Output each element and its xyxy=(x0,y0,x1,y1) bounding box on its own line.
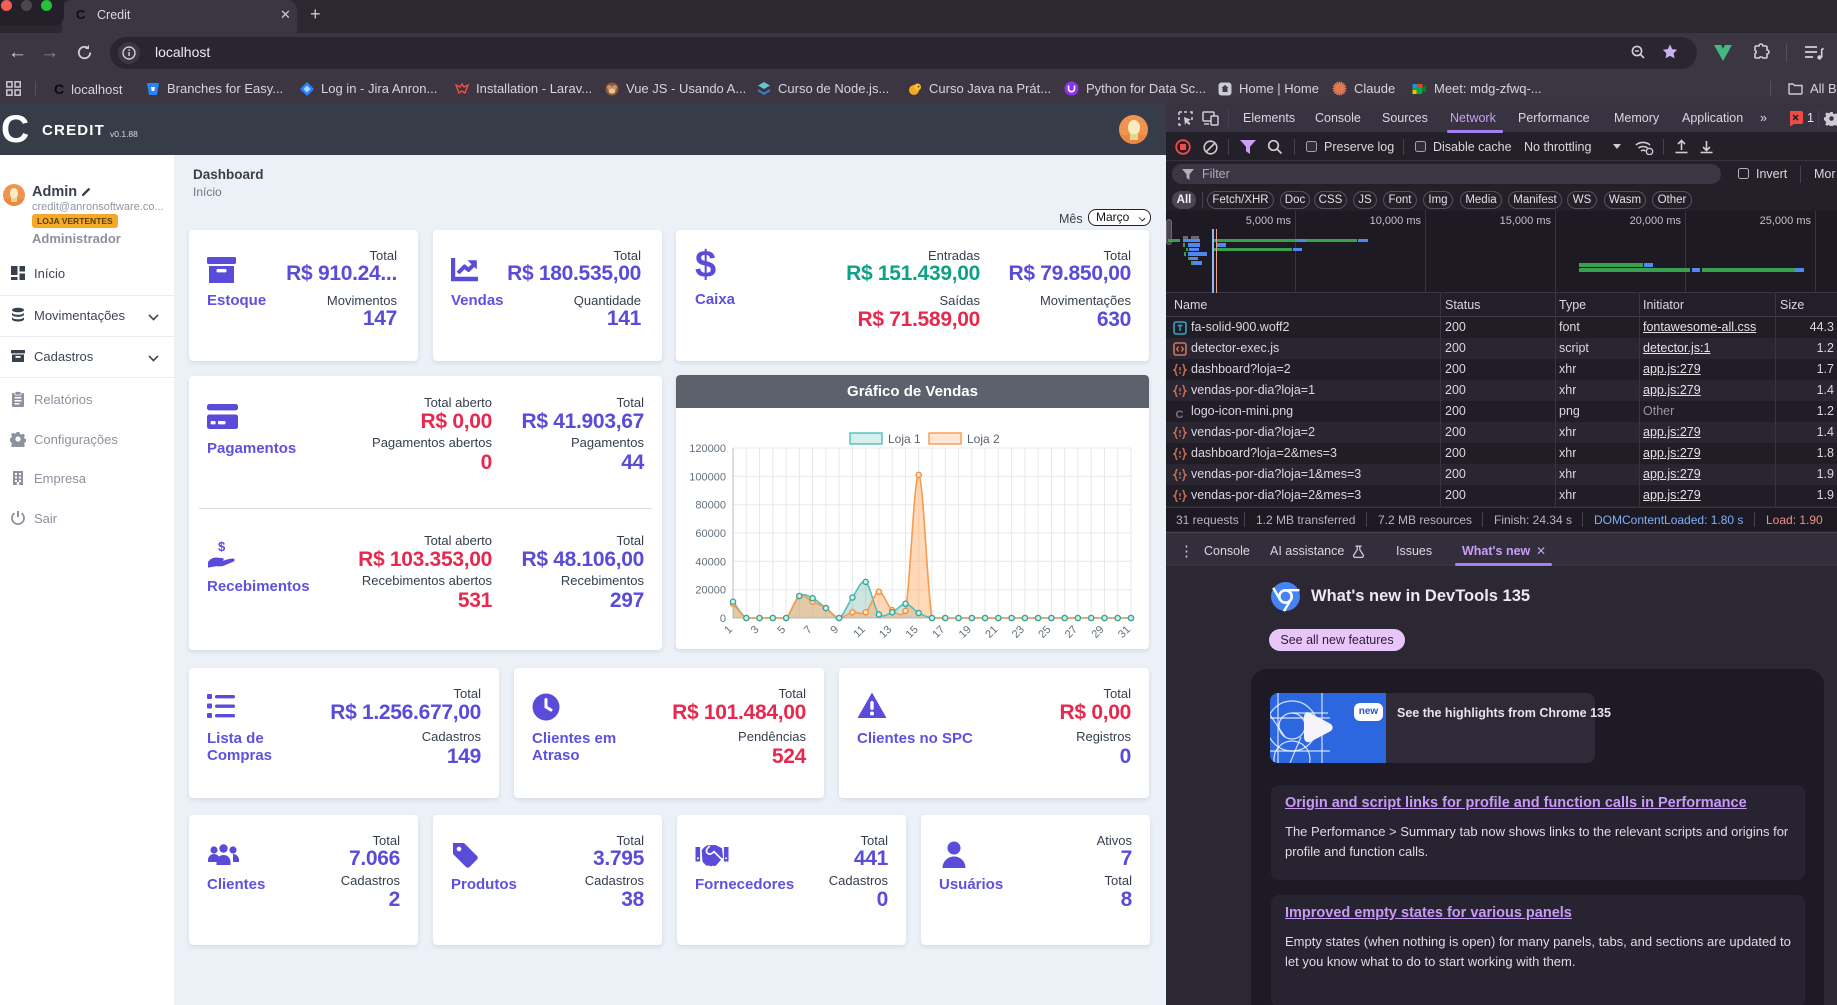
svg-text:27: 27 xyxy=(1063,624,1080,641)
svg-text:23: 23 xyxy=(1010,624,1027,641)
svg-text:0: 0 xyxy=(720,613,726,625)
svg-text:19: 19 xyxy=(957,624,974,641)
svg-text:31: 31 xyxy=(1116,624,1133,641)
svg-text:100000: 100000 xyxy=(689,471,726,483)
svg-text:17: 17 xyxy=(930,624,947,641)
svg-text:11: 11 xyxy=(851,624,868,641)
svg-text:5: 5 xyxy=(775,624,788,637)
svg-text:9: 9 xyxy=(828,624,841,637)
svg-text:7: 7 xyxy=(802,624,815,637)
svg-text:3: 3 xyxy=(749,624,762,637)
svg-text:20000: 20000 xyxy=(695,585,726,597)
svg-text:80000: 80000 xyxy=(695,500,726,512)
svg-text:40000: 40000 xyxy=(695,556,726,568)
svg-text:25: 25 xyxy=(1036,624,1053,641)
svg-text:15: 15 xyxy=(904,624,921,641)
svg-text:120000: 120000 xyxy=(689,443,726,455)
svg-text:29: 29 xyxy=(1089,624,1106,641)
svg-text:1: 1 xyxy=(722,624,735,637)
svg-text:Loja 2: Loja 2 xyxy=(967,432,1000,446)
svg-text:$: $ xyxy=(218,540,226,554)
svg-text:60000: 60000 xyxy=(695,528,726,540)
svg-text:21: 21 xyxy=(983,624,1000,641)
svg-text:Loja 1: Loja 1 xyxy=(888,432,921,446)
svg-text:13: 13 xyxy=(877,624,894,641)
